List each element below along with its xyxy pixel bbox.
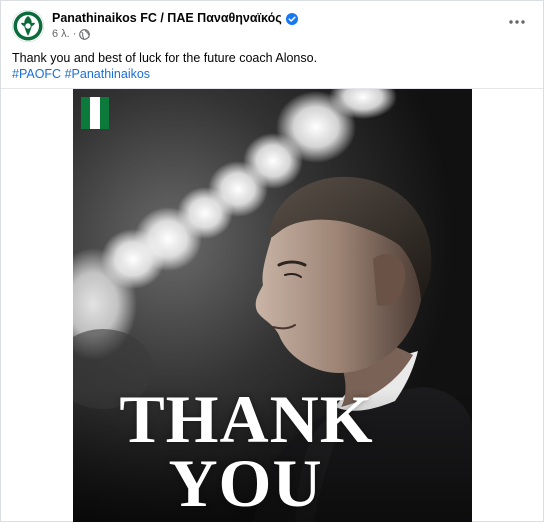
flag-stripe-right xyxy=(99,97,109,129)
more-horizontal-icon xyxy=(509,20,525,24)
image-text-thank: THANK xyxy=(119,381,374,457)
verified-badge-icon xyxy=(285,12,298,25)
post-image[interactable]: THANK YOU xyxy=(73,89,472,522)
globe-icon[interactable] xyxy=(79,28,91,40)
post-timestamp[interactable]: 6 λ. xyxy=(52,28,70,40)
flag-stripe-left xyxy=(81,97,91,129)
hashtag-paofc[interactable]: #PAOFC xyxy=(12,67,61,81)
flag-stripe-middle xyxy=(90,97,100,129)
more-options-button[interactable] xyxy=(505,13,529,31)
hashtag-panathinaikos[interactable]: #Panathinaikos xyxy=(65,67,150,81)
panathinaikos-crest-icon xyxy=(12,10,44,42)
facebook-post: Panathinaikos FC / ΠΑΕ Παναθηναϊκός 6 λ.… xyxy=(0,0,544,522)
post-header: Panathinaikos FC / ΠΑΕ Παναθηναϊκός 6 λ.… xyxy=(1,1,543,43)
post-meta: 6 λ. · xyxy=(52,28,91,40)
meta-separator: · xyxy=(72,28,77,40)
post-hashtags: #PAOFC #Panathinaikos xyxy=(12,66,150,82)
post-text: Thank you and best of luck for the futur… xyxy=(12,51,318,65)
page-name-row: Panathinaikos FC / ΠΑΕ Παναθηναϊκός xyxy=(52,11,298,25)
page-avatar[interactable] xyxy=(12,10,44,42)
greek-flag-icon xyxy=(81,97,109,129)
page-name-link[interactable]: Panathinaikos FC / ΠΑΕ Παναθηναϊκός xyxy=(52,11,282,25)
image-text-you: YOU xyxy=(168,445,323,521)
